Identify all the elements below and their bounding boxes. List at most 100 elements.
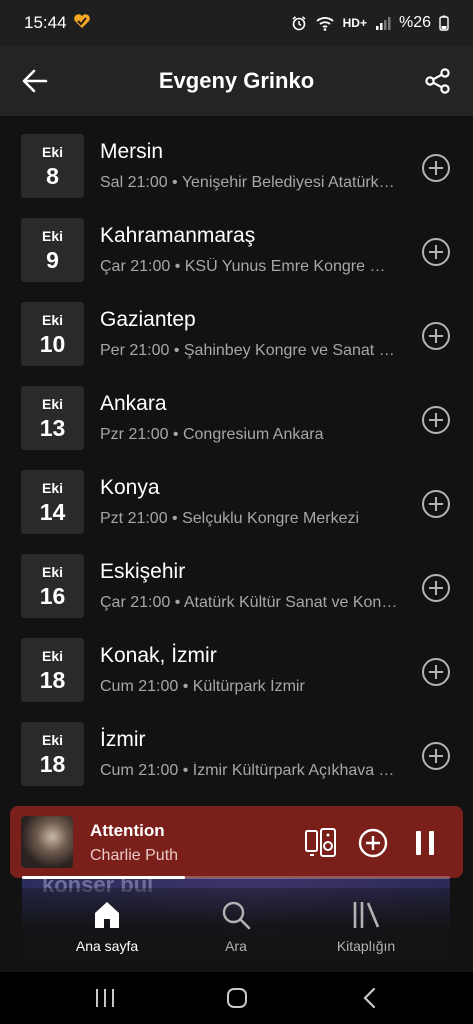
nav-library[interactable]: Kitaplığın — [296, 898, 436, 954]
plus-circle-icon — [422, 658, 450, 686]
add-to-calendar-button[interactable] — [420, 236, 452, 268]
date-badge: Eki 18 — [21, 722, 84, 786]
concert-row[interactable]: Eki 14 Konya Pzt 21:00 • Selçuklu Kongre… — [0, 452, 473, 536]
concert-city: Kahramanmaraş — [100, 224, 256, 247]
concert-city: Gaziantep — [100, 308, 196, 331]
battery-level: %26 — [398, 14, 431, 31]
nav-home-label: Ana sayfa — [75, 938, 139, 954]
plus-circle-icon — [422, 238, 450, 266]
speaker-device-icon — [305, 828, 336, 857]
connect-device-button[interactable] — [304, 826, 338, 860]
plus-circle-icon — [422, 574, 450, 602]
album-art — [21, 816, 73, 868]
home-circle-icon — [227, 988, 247, 1008]
add-to-calendar-button[interactable] — [420, 404, 452, 436]
date-month: Eki — [41, 648, 63, 664]
add-to-calendar-button[interactable] — [420, 656, 452, 688]
date-day: 9 — [46, 247, 59, 273]
concert-detail: Pzt 21:00 • Selçuklu Kongre Merkezi — [100, 510, 360, 527]
date-badge: Eki 13 — [21, 386, 84, 450]
track-title: Attention — [90, 821, 165, 840]
date-month: Eki — [41, 564, 63, 580]
concert-row[interactable]: Eki 10 Gaziantep Per 21:00 • Şahinbey Ko… — [0, 284, 473, 368]
date-badge: Eki 10 — [21, 302, 84, 366]
concert-row[interactable]: Eki 16 Eskişehir Çar 21:00 • Atatürk Kül… — [0, 536, 473, 620]
alarm-icon — [291, 15, 307, 31]
concert-detail: Sal 21:00 • Yenişehir Belediyesi Atatürk… — [100, 174, 398, 191]
add-to-calendar-button[interactable] — [420, 320, 452, 352]
home-system-button[interactable] — [217, 984, 257, 1012]
back-system-button[interactable] — [350, 984, 390, 1012]
date-badge: Eki 14 — [21, 470, 84, 534]
status-time: 15:44 — [24, 13, 67, 32]
add-to-calendar-button[interactable] — [420, 572, 452, 604]
concert-city: Konak, İzmir — [100, 644, 217, 667]
concert-row[interactable]: Eki 18 İzmir Cum 21:00 • İzmir Kültürpar… — [0, 704, 473, 788]
playback-progress-fill — [22, 876, 185, 879]
home-icon — [95, 902, 119, 928]
recent-apps-icon — [96, 989, 114, 1007]
date-day: 8 — [46, 163, 59, 189]
library-icon — [353, 902, 380, 928]
concert-row[interactable]: Eki 13 Ankara Pzr 21:00 • Congresium Ank… — [0, 368, 473, 452]
date-month: Eki — [41, 144, 63, 160]
date-day: 14 — [39, 499, 66, 525]
back-button[interactable] — [18, 64, 52, 98]
concert-detail: Cum 21:00 • İzmir Kültürpark Açıkhava Ti… — [100, 762, 398, 779]
recent-apps-button[interactable] — [85, 984, 125, 1012]
date-day: 10 — [39, 331, 66, 357]
date-day: 18 — [39, 667, 66, 693]
concert-row[interactable]: Eki 8 Mersin Sal 21:00 • Yenişehir Beled… — [0, 116, 473, 200]
nav-search[interactable]: Ara — [166, 898, 306, 954]
add-to-calendar-button[interactable] — [420, 152, 452, 184]
back-arrow-icon — [22, 69, 48, 93]
mini-player[interactable]: Attention Charlie Puth — [10, 806, 463, 878]
share-button[interactable] — [421, 64, 455, 98]
date-day: 13 — [39, 415, 66, 441]
date-month: Eki — [41, 228, 63, 244]
concert-row[interactable]: Eki 18 Konak, İzmir Cum 21:00 • Kültürpa… — [0, 620, 473, 704]
date-badge: Eki 9 — [21, 218, 84, 282]
concert-detail: Pzr 21:00 • Congresium Ankara — [100, 426, 324, 443]
system-nav-bar — [0, 972, 473, 1024]
battery-icon — [439, 15, 449, 31]
add-to-calendar-button[interactable] — [420, 488, 452, 520]
wifi-icon — [315, 15, 335, 31]
network-type-label: HD+ — [342, 16, 367, 30]
date-month: Eki — [41, 480, 63, 496]
concert-city: İzmir — [100, 728, 146, 751]
nav-search-label: Ara — [225, 938, 247, 954]
pause-icon — [416, 831, 434, 855]
add-to-library-button[interactable] — [356, 826, 390, 860]
concert-detail: Çar 21:00 • Atatürk Kültür Sanat ve Kong… — [100, 594, 398, 611]
plus-circle-icon — [422, 742, 450, 770]
concert-city: Eskişehir — [100, 560, 186, 583]
concert-city: Mersin — [100, 140, 164, 163]
date-badge: Eki 8 — [21, 134, 84, 198]
plus-circle-icon — [422, 490, 450, 518]
concert-city: Ankara — [100, 392, 167, 415]
plus-circle-icon — [422, 406, 450, 434]
date-badge: Eki 16 — [21, 554, 84, 618]
track-artist: Charlie Puth — [90, 847, 179, 864]
pause-button[interactable] — [408, 826, 442, 860]
plus-circle-icon — [422, 154, 450, 182]
date-month: Eki — [41, 312, 63, 328]
search-icon — [222, 901, 251, 930]
date-day: 18 — [39, 751, 66, 777]
concert-detail: Çar 21:00 • KSÜ Yunus Emre Kongre Merkez… — [100, 258, 398, 275]
nav-home[interactable]: Ana sayfa — [37, 898, 177, 954]
date-month: Eki — [41, 396, 63, 412]
concert-city: Konya — [100, 476, 160, 499]
app-notification-icon — [73, 13, 91, 34]
concert-detail: Per 21:00 • Şahinbey Kongre ve Sanat Mer… — [100, 342, 398, 359]
date-day: 16 — [39, 583, 66, 609]
plus-circle-icon — [422, 322, 450, 350]
date-month: Eki — [41, 732, 63, 748]
concert-row[interactable]: Eki 9 Kahramanmaraş Çar 21:00 • KSÜ Yunu… — [0, 200, 473, 284]
bottom-nav: Ana sayfa Ara Kitaplığın — [0, 888, 473, 972]
signal-icon — [375, 16, 391, 30]
chevron-left-icon — [363, 987, 376, 1009]
playback-progress — [22, 876, 450, 879]
add-to-calendar-button[interactable] — [420, 740, 452, 772]
